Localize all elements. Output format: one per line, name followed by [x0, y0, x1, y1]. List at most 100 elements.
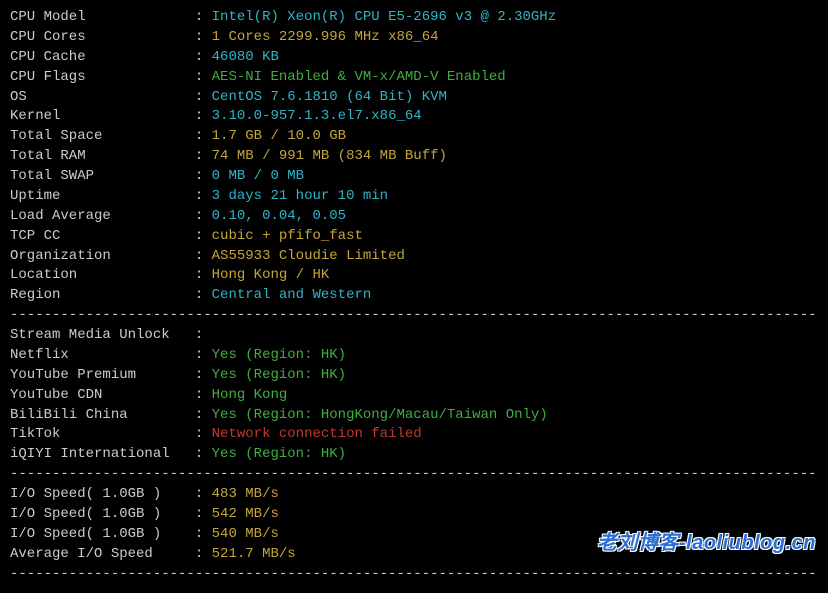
row-label: BiliBili China: [10, 407, 186, 423]
row-value: 1 Cores 2299.996 MHz x86_64: [212, 29, 439, 45]
row-label: TCP CC: [10, 228, 186, 244]
sysinfo-row: Region : Central and Western: [10, 286, 818, 306]
sysinfo-row: Total RAM : 74 MB / 991 MB (834 MB Buff): [10, 147, 818, 167]
row-colon: :: [186, 367, 211, 383]
io-row: I/O Speed( 1.0GB ) : 483 MB/s: [10, 485, 818, 505]
row-label: CPU Model: [10, 9, 186, 25]
io-row: I/O Speed( 1.0GB ) : 542 MB/s: [10, 505, 818, 525]
row-value: 521.7 MB/s: [212, 546, 296, 562]
row-colon: :: [186, 426, 211, 442]
row-colon: :: [186, 9, 211, 25]
sysinfo-row: Location : Hong Kong / HK: [10, 266, 818, 286]
row-label: CPU Cores: [10, 29, 186, 45]
row-colon: :: [186, 108, 211, 124]
row-colon: :: [186, 49, 211, 65]
io-row: I/O Speed( 1.0GB ) : 540 MB/s: [10, 525, 818, 545]
system-info-block: CPU Model : Intel(R) Xeon(R) CPU E5-2696…: [10, 8, 818, 306]
row-value: Central and Western: [212, 287, 372, 303]
row-label: YouTube Premium: [10, 367, 186, 383]
stream-header-row: Stream Media Unlock :: [10, 326, 818, 346]
sysinfo-row: CPU Model : Intel(R) Xeon(R) CPU E5-2696…: [10, 8, 818, 28]
stream-unlock-block: Stream Media Unlock : Netflix : Yes (Reg…: [10, 326, 818, 465]
stream-row: iQIYI International : Yes (Region: HK): [10, 445, 818, 465]
sysinfo-row: TCP CC : cubic + pfifo_fast: [10, 227, 818, 247]
row-label: Total SWAP: [10, 168, 186, 184]
row-colon: :: [186, 188, 211, 204]
row-value: AES-NI Enabled & VM-x/AMD-V Enabled: [212, 69, 506, 85]
row-colon: :: [186, 267, 211, 283]
row-colon: :: [186, 407, 211, 423]
row-label: CPU Cache: [10, 49, 186, 65]
row-colon: :: [186, 228, 211, 244]
row-colon: :: [186, 128, 211, 144]
io-speed-block: I/O Speed( 1.0GB ) : 483 MB/sI/O Speed( …: [10, 485, 818, 565]
row-label: Total Space: [10, 128, 186, 144]
row-value: 540 MB/s: [212, 526, 279, 542]
row-value: CentOS 7.6.1810 (64 Bit) KVM: [212, 89, 447, 105]
sysinfo-row: Kernel : 3.10.0-957.1.3.el7.x86_64: [10, 107, 818, 127]
row-colon: :: [186, 526, 211, 542]
row-value: Hong Kong: [212, 387, 288, 403]
row-label: iQIYI International: [10, 446, 186, 462]
row-label: OS: [10, 89, 186, 105]
row-value: Yes (Region: HK): [212, 347, 346, 363]
row-colon: :: [186, 327, 211, 343]
io-row: Average I/O Speed : 521.7 MB/s: [10, 545, 818, 565]
row-colon: :: [186, 506, 211, 522]
sysinfo-row: CPU Cache : 46080 KB: [10, 48, 818, 68]
sysinfo-row: OS : CentOS 7.6.1810 (64 Bit) KVM: [10, 88, 818, 108]
row-label: I/O Speed( 1.0GB ): [10, 506, 186, 522]
row-label: I/O Speed( 1.0GB ): [10, 526, 186, 542]
row-colon: :: [186, 287, 211, 303]
row-label: CPU Flags: [10, 69, 186, 85]
row-value: 46080 KB: [212, 49, 279, 65]
row-label: Organization: [10, 248, 186, 264]
stream-row: YouTube Premium : Yes (Region: HK): [10, 366, 818, 386]
row-label: Kernel: [10, 108, 186, 124]
row-label: Stream Media Unlock: [10, 327, 186, 343]
row-label: Uptime: [10, 188, 186, 204]
row-value: Yes (Region: HongKong/Macau/Taiwan Only): [212, 407, 548, 423]
row-value: Hong Kong / HK: [212, 267, 330, 283]
row-colon: :: [186, 486, 211, 502]
row-value: cubic + pfifo_fast: [212, 228, 363, 244]
stream-row: Netflix : Yes (Region: HK): [10, 346, 818, 366]
sysinfo-row: Total SWAP : 0 MB / 0 MB: [10, 167, 818, 187]
row-colon: :: [186, 446, 211, 462]
separator-3: ----------------------------------------…: [10, 565, 818, 585]
row-value: 74 MB / 991 MB (834 MB Buff): [212, 148, 447, 164]
row-label: I/O Speed( 1.0GB ): [10, 486, 186, 502]
row-value: 3 days 21 hour 10 min: [212, 188, 388, 204]
stream-row: YouTube CDN : Hong Kong: [10, 386, 818, 406]
row-colon: :: [186, 69, 211, 85]
row-value: 483 MB/s: [212, 486, 279, 502]
row-value: AS55933 Cloudie Limited: [212, 248, 405, 264]
row-value: 542 MB/s: [212, 506, 279, 522]
row-label: TikTok: [10, 426, 186, 442]
row-value: Yes (Region: HK): [212, 367, 346, 383]
stream-row: TikTok : Network connection failed: [10, 425, 818, 445]
row-colon: :: [186, 387, 211, 403]
sysinfo-row: Load Average : 0.10, 0.04, 0.05: [10, 207, 818, 227]
row-value: Yes (Region: HK): [212, 446, 346, 462]
sysinfo-row: Uptime : 3 days 21 hour 10 min: [10, 187, 818, 207]
row-value: 0 MB / 0 MB: [212, 168, 304, 184]
row-value: 3.10.0-957.1.3.el7.x86_64: [212, 108, 422, 124]
sysinfo-row: CPU Cores : 1 Cores 2299.996 MHz x86_64: [10, 28, 818, 48]
sysinfo-row: Organization : AS55933 Cloudie Limited: [10, 247, 818, 267]
row-label: Location: [10, 267, 186, 283]
sysinfo-row: Total Space : 1.7 GB / 10.0 GB: [10, 127, 818, 147]
row-colon: :: [186, 168, 211, 184]
sysinfo-row: CPU Flags : AES-NI Enabled & VM-x/AMD-V …: [10, 68, 818, 88]
row-label: Netflix: [10, 347, 186, 363]
row-value: Network connection failed: [212, 426, 422, 442]
row-colon: :: [186, 546, 211, 562]
row-label: Average I/O Speed: [10, 546, 186, 562]
row-value: 0.10, 0.04, 0.05: [212, 208, 346, 224]
row-colon: :: [186, 89, 211, 105]
row-value: Intel(R) Xeon(R) CPU E5-2696 v3 @ 2.30GH…: [212, 9, 556, 25]
row-label: Total RAM: [10, 148, 186, 164]
stream-row: BiliBili China : Yes (Region: HongKong/M…: [10, 406, 818, 426]
row-label: Region: [10, 287, 186, 303]
row-label: YouTube CDN: [10, 387, 186, 403]
